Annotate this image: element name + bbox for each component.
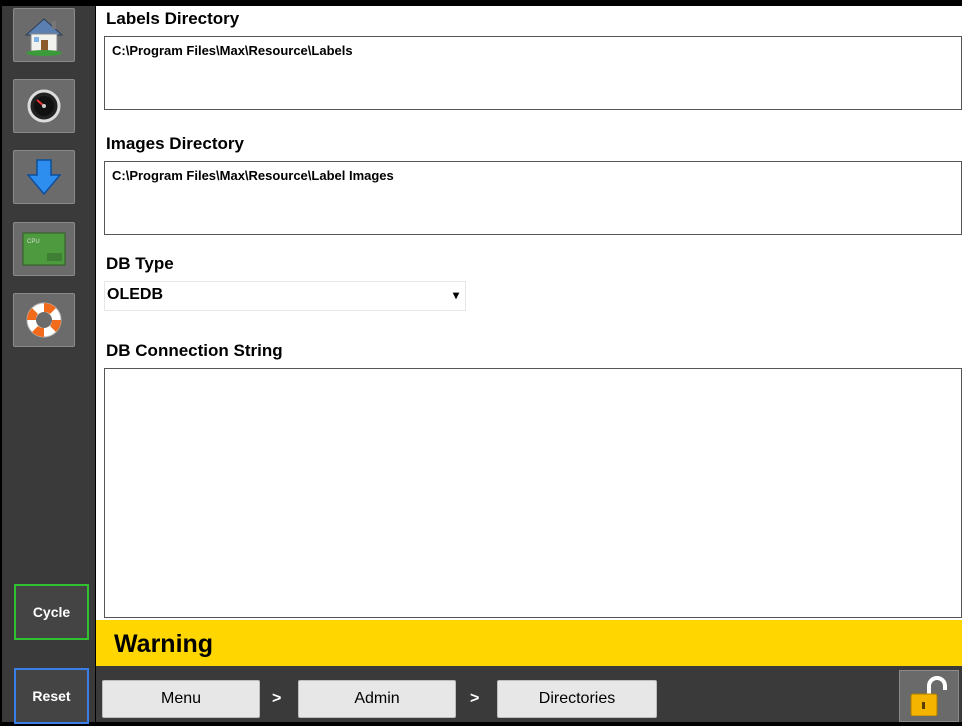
images-directory-label: Images Directory xyxy=(106,134,244,153)
db-type-value: OLEDB xyxy=(107,286,163,303)
breadcrumb-directories[interactable]: Directories xyxy=(497,680,657,718)
db-connection-string-label: DB Connection String xyxy=(106,341,283,360)
breadcrumb-menu[interactable]: Menu xyxy=(102,680,260,718)
gauge-icon xyxy=(27,89,61,123)
labels-directory-input[interactable]: C:\Program Files\Max\Resource\Labels xyxy=(104,36,962,110)
sidebar-cpu-button[interactable]: CPU xyxy=(13,222,75,276)
directories-panel: Labels Directory C:\Program Files\Max\Re… xyxy=(96,6,962,620)
sidebar-home-button[interactable] xyxy=(13,8,75,62)
chevron-down-icon: ▾ xyxy=(452,288,459,302)
images-directory-input[interactable]: C:\Program Files\Max\Resource\Label Imag… xyxy=(104,161,962,235)
breadcrumb-admin[interactable]: Admin xyxy=(298,680,456,718)
sidebar-download-button[interactable] xyxy=(13,150,75,204)
warning-banner: Warning xyxy=(96,620,962,666)
home-icon xyxy=(22,13,66,57)
labels-directory-label: Labels Directory xyxy=(106,9,240,28)
download-arrow-icon xyxy=(24,157,64,197)
cycle-button[interactable]: Cycle xyxy=(14,584,89,640)
unlocked-padlock-icon xyxy=(907,676,951,721)
svg-text:CPU: CPU xyxy=(27,239,40,245)
breadcrumb: Menu > Admin > Directories xyxy=(96,666,962,722)
warning-text: Warning xyxy=(114,630,214,658)
breadcrumb-separator: > xyxy=(272,690,282,707)
sidebar-help-button[interactable] xyxy=(13,293,75,347)
lock-button[interactable] xyxy=(899,670,959,722)
breadcrumb-separator: > xyxy=(470,690,480,707)
db-type-select[interactable]: OLEDB ▾ xyxy=(104,281,466,311)
db-connection-string-input[interactable] xyxy=(104,368,962,618)
db-type-label: DB Type xyxy=(106,254,174,273)
lifebuoy-icon xyxy=(23,299,65,341)
sidebar: CPU Cycle Reset xyxy=(2,6,95,724)
cpu-chip-icon: CPU xyxy=(21,231,67,267)
app-window: CPU Cycle Reset Labels Directory C:\Prog… xyxy=(0,0,962,726)
reset-button[interactable]: Reset xyxy=(14,668,89,724)
sidebar-gauge-button[interactable] xyxy=(13,79,75,133)
